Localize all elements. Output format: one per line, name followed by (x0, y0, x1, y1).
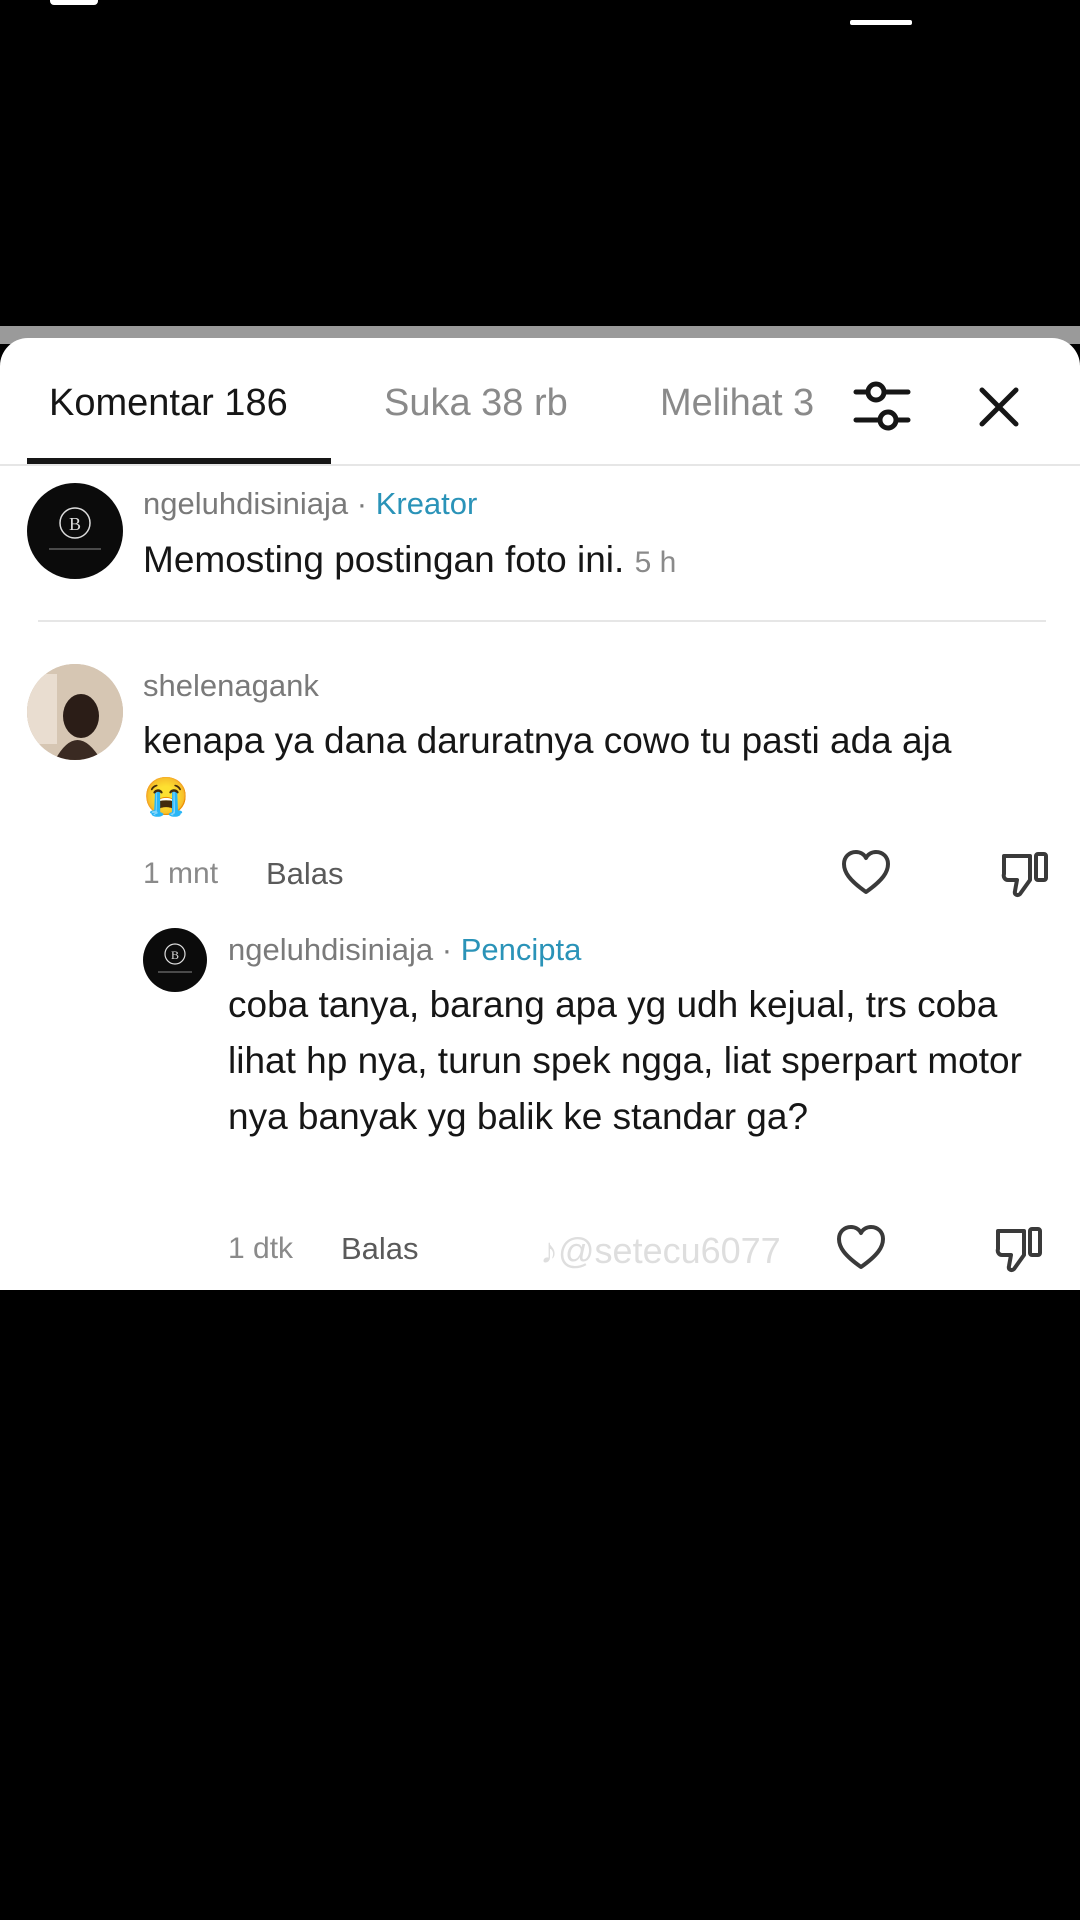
tab-likes[interactable]: Suka 38 rb (384, 382, 568, 425)
comment-time: 5 h (634, 546, 677, 579)
divider (38, 620, 1046, 622)
comments-sheet: Komentar 186 Suka 38 rb Melihat 3 B ngel… (0, 338, 1080, 1290)
creator-badge: Pencipta (460, 932, 582, 967)
tab-views-clip: Melihat 3 (660, 378, 826, 434)
dislike-button[interactable] (998, 846, 1052, 900)
comment-time: 1 dtk (228, 1232, 294, 1265)
heart-icon (842, 850, 890, 894)
comment-body: kenapa ya dana daruratnya cowo tu pasti … (143, 720, 952, 761)
username-text[interactable]: ngeluhdisiniaja (143, 486, 348, 521)
watermark-text: @setecu6077 (558, 1230, 781, 1271)
comment-username[interactable]: ngeluhdisiniaja · Kreator (143, 486, 477, 522)
username-text[interactable]: ngeluhdisiniaja (228, 932, 433, 967)
logo-avatar-icon: B (158, 943, 192, 973)
logo-avatar-icon: B (49, 507, 101, 550)
comment-body: Memosting postingan foto ini. (143, 539, 625, 580)
progress-indicator (850, 20, 912, 25)
comment-username[interactable]: ngeluhdisiniaja · Pencipta (228, 932, 581, 968)
tab-bar: Komentar 186 Suka 38 rb Melihat 3 (0, 338, 1080, 466)
comment-time: 1 mnt (143, 857, 219, 890)
tiktok-icon: ♪ (540, 1230, 558, 1271)
comment-text: coba tanya, barang apa yg udh kejual, tr… (228, 984, 1022, 1137)
svg-text:B: B (69, 514, 81, 534)
avatar[interactable]: B (143, 928, 207, 992)
active-tab-indicator (27, 458, 331, 464)
svg-text:B: B (171, 948, 179, 962)
status-bar-indicator (50, 0, 98, 5)
creator-badge: Kreator (375, 486, 478, 521)
reply-button[interactable]: Balas (266, 856, 344, 892)
like-button[interactable] (839, 846, 893, 900)
close-icon (979, 387, 1019, 427)
dislike-button[interactable] (992, 1221, 1046, 1275)
tab-views[interactable]: Melihat 3 (660, 382, 814, 425)
tab-comments[interactable]: Komentar 186 (49, 382, 288, 425)
comment-username[interactable]: shelenagank (143, 668, 319, 704)
watermark: ♪@setecu6077 (540, 1230, 781, 1272)
separator: · (356, 486, 368, 521)
filter-button[interactable] (852, 374, 912, 438)
avatar[interactable]: B (27, 483, 123, 579)
sliders-icon (853, 381, 911, 431)
separator: · (441, 932, 453, 967)
thumbs-down-icon (995, 1227, 1042, 1272)
user-photo-icon (27, 664, 123, 760)
crying-emoji: 😭 (143, 776, 190, 817)
avatar[interactable] (27, 664, 123, 760)
close-button[interactable] (972, 374, 1028, 438)
reply-button[interactable]: Balas (341, 1231, 419, 1267)
comment-text: Memosting postingan foto ini. 5 h (143, 532, 676, 591)
heart-icon (837, 1225, 885, 1269)
thumbs-down-icon (1001, 852, 1048, 897)
like-button[interactable] (834, 1221, 888, 1275)
comment-text: kenapa ya dana daruratnya cowo tu pasti … (143, 713, 1063, 825)
